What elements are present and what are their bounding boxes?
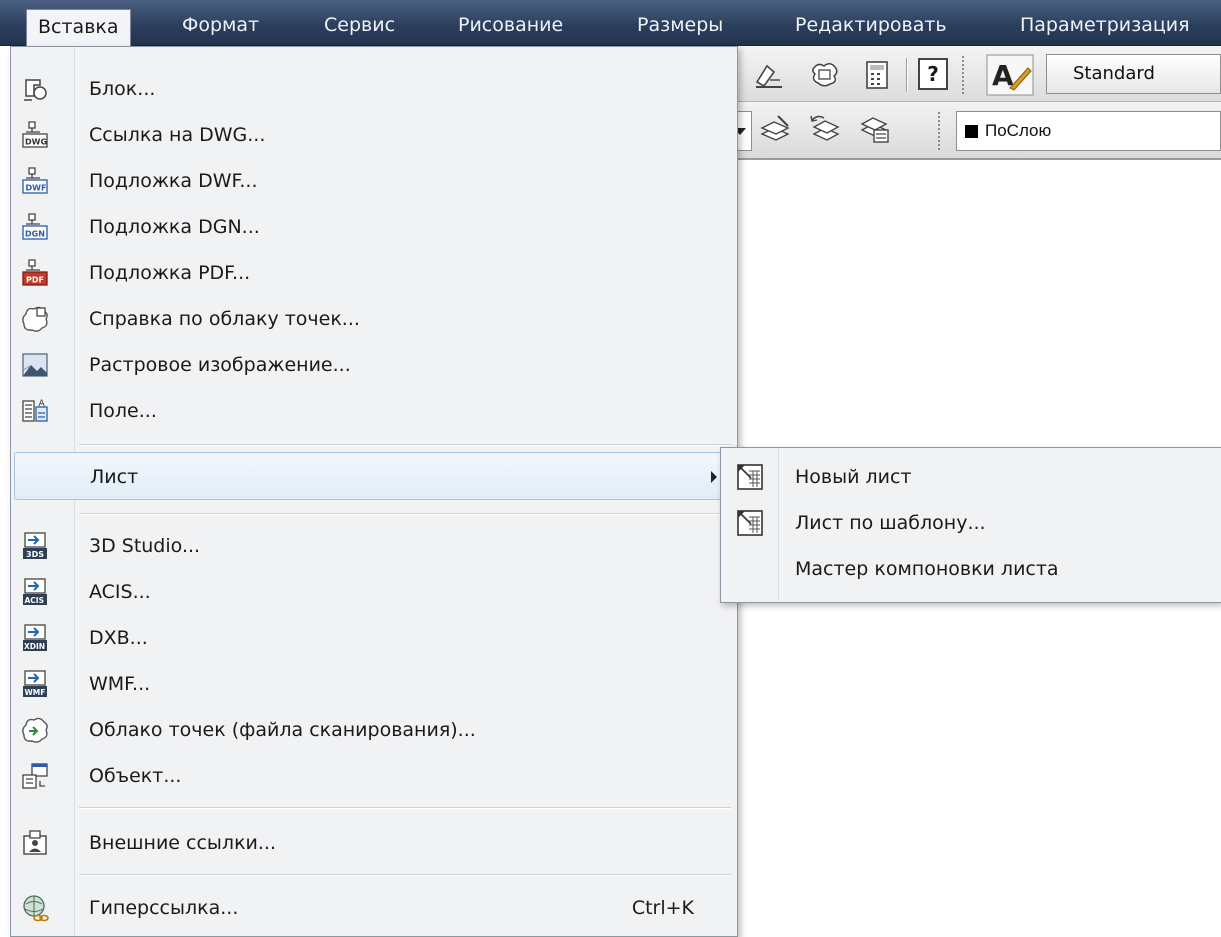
menu-item-label: Подложка DGN...: [89, 216, 260, 238]
menu-separator: [79, 444, 731, 446]
dxb-import-icon: XDIN: [23, 624, 47, 651]
design-center-icon[interactable]: [808, 58, 842, 92]
menu-item-wmf[interactable]: WMF WMF...: [14, 660, 734, 708]
menu-item-label: Подложка DWF...: [89, 170, 258, 192]
menu-item-label: WMF...: [89, 673, 151, 695]
menu-item-label: Подложка PDF...: [89, 262, 251, 284]
menu-item-scan-point-cloud[interactable]: Облако точек (файла сканирования)...: [14, 706, 734, 754]
submenu-item-layout-wizard[interactable]: Мастер компоновки листа: [725, 546, 1220, 592]
toolbar-grip[interactable]: [962, 56, 967, 94]
menu-service[interactable]: Сервис: [324, 8, 395, 42]
xref-icon: [23, 830, 47, 855]
menu-draw[interactable]: Рисование: [458, 8, 563, 42]
dwg-icon: DWG: [22, 121, 48, 148]
help-icon[interactable]: ?: [918, 58, 948, 90]
svg-text:3DS: 3DS: [26, 550, 44, 559]
layout-template-icon: [737, 510, 763, 536]
menu-item-label: Поле...: [89, 400, 157, 422]
submenu-item-label: Мастер компоновки листа: [795, 558, 1059, 580]
make-layer-current-icon[interactable]: [758, 112, 792, 146]
menu-item-dxb[interactable]: XDIN DXB...: [14, 614, 734, 662]
toolbar-grip-2[interactable]: [938, 112, 943, 150]
menu-format[interactable]: Формат: [182, 8, 259, 42]
menu-item-external-references[interactable]: Внешние ссылки...: [14, 819, 734, 867]
menu-item-label: 3D Studio...: [89, 535, 201, 557]
menu-dimensions[interactable]: Размеры: [637, 8, 723, 42]
layer-previous-icon[interactable]: [808, 112, 842, 146]
menu-item-layout[interactable]: Лист: [14, 452, 734, 500]
menu-item-label: ACIS...: [89, 581, 151, 603]
submenu-item-layout-from-template[interactable]: Лист по шаблону...: [725, 500, 1220, 546]
toolbar-separator: [906, 58, 908, 92]
menu-separator: [79, 807, 731, 809]
scan-cloud-icon: [22, 717, 48, 743]
svg-text:ACIS: ACIS: [25, 596, 45, 605]
menu-item-label: Объект...: [89, 765, 182, 787]
hyperlink-icon: [23, 895, 49, 922]
menu-item-dwf-underlay[interactable]: DWF Подложка DWF...: [14, 157, 734, 205]
submenu-item-label: Новый лист: [795, 466, 912, 488]
menu-item-block[interactable]: Блок...: [14, 65, 734, 113]
menu-item-hyperlink[interactable]: Гиперссылка... Ctrl+K: [14, 884, 734, 932]
wmf-import-icon: WMF: [23, 670, 47, 697]
menu-item-3d-studio[interactable]: 3DS 3D Studio...: [14, 522, 734, 570]
color-swatch: [965, 125, 978, 138]
menu-separator: [79, 874, 731, 876]
svg-text:WMF: WMF: [25, 688, 46, 697]
menu-item-raster-image[interactable]: Растровое изображение...: [14, 341, 734, 389]
menu-modify[interactable]: Редактировать: [795, 8, 947, 42]
dwf-icon: DWF: [22, 167, 48, 194]
color-dropdown-value: ПоСлою: [985, 121, 1052, 140]
menu-item-label: Растровое изображение...: [89, 354, 351, 376]
3ds-import-icon: 3DS: [23, 532, 47, 559]
acis-import-icon: ACIS: [23, 578, 47, 605]
svg-text:DGN: DGN: [25, 230, 45, 239]
dgn-icon: DGN: [22, 213, 48, 240]
pdf-icon: PDF: [22, 259, 48, 286]
menu-bar: Вставка Формат Сервис Рисование Размеры …: [0, 0, 1221, 47]
block-icon: [24, 79, 47, 101]
text-style-icon[interactable]: A: [986, 54, 1034, 96]
menu-item-dwg-reference[interactable]: DWG Ссылка на DWG...: [14, 111, 734, 159]
submenu-item-label: Лист по шаблону...: [795, 512, 986, 534]
layout-submenu: Новый лист Лист по шаблону... Мастер ком…: [720, 447, 1221, 603]
new-layout-icon: [737, 464, 763, 490]
field-icon: A: [22, 399, 48, 422]
svg-text:DWF: DWF: [26, 184, 47, 193]
menu-item-label: Лист: [90, 466, 139, 488]
menu-item-label: Справка по облаку точек...: [89, 308, 360, 330]
menu-item-field[interactable]: A Поле...: [14, 387, 734, 435]
match-properties-icon[interactable]: [752, 58, 786, 92]
svg-text:XDIN: XDIN: [24, 642, 45, 651]
menu-separator: [79, 513, 731, 515]
calculator-icon[interactable]: [862, 58, 892, 92]
menu-item-ole-object[interactable]: Объект...: [14, 752, 734, 800]
insert-menu: Блок... DWG Ссылка на DWG... DWF Подложк…: [10, 46, 738, 937]
raster-image-icon: [22, 353, 48, 377]
submenu-arrow-icon: [711, 471, 717, 483]
svg-text:PDF: PDF: [26, 276, 44, 285]
text-style-dropdown[interactable]: Standard: [1046, 54, 1221, 94]
menu-item-label: Гиперссылка...: [89, 897, 239, 919]
menu-parametric[interactable]: Параметризация: [1020, 8, 1190, 42]
menu-item-point-cloud-reference[interactable]: Справка по облаку точек...: [14, 295, 734, 343]
menu-insert[interactable]: Вставка: [26, 9, 131, 47]
menu-item-dgn-underlay[interactable]: DGN Подложка DGN...: [14, 203, 734, 251]
menu-item-label: Внешние ссылки...: [89, 832, 277, 854]
shortcut-label: Ctrl+K: [631, 897, 694, 919]
svg-text:A: A: [39, 399, 46, 409]
menu-item-label: Облако точек (файла сканирования)...: [89, 719, 476, 741]
menu-item-label: Ссылка на DWG...: [89, 124, 266, 146]
menu-item-label: Блок...: [89, 78, 156, 100]
menu-item-pdf-underlay[interactable]: PDF Подложка PDF...: [14, 249, 734, 297]
svg-text:DWG: DWG: [25, 138, 47, 147]
point-cloud-icon: [22, 306, 48, 332]
menu-item-label: DXB...: [89, 627, 148, 649]
color-dropdown[interactable]: ПоСлою: [956, 111, 1221, 151]
layer-states-icon[interactable]: [858, 112, 892, 146]
submenu-item-new-layout[interactable]: Новый лист: [725, 454, 1220, 500]
ole-object-icon: [22, 763, 48, 789]
menu-item-acis[interactable]: ACIS ACIS...: [14, 568, 734, 616]
